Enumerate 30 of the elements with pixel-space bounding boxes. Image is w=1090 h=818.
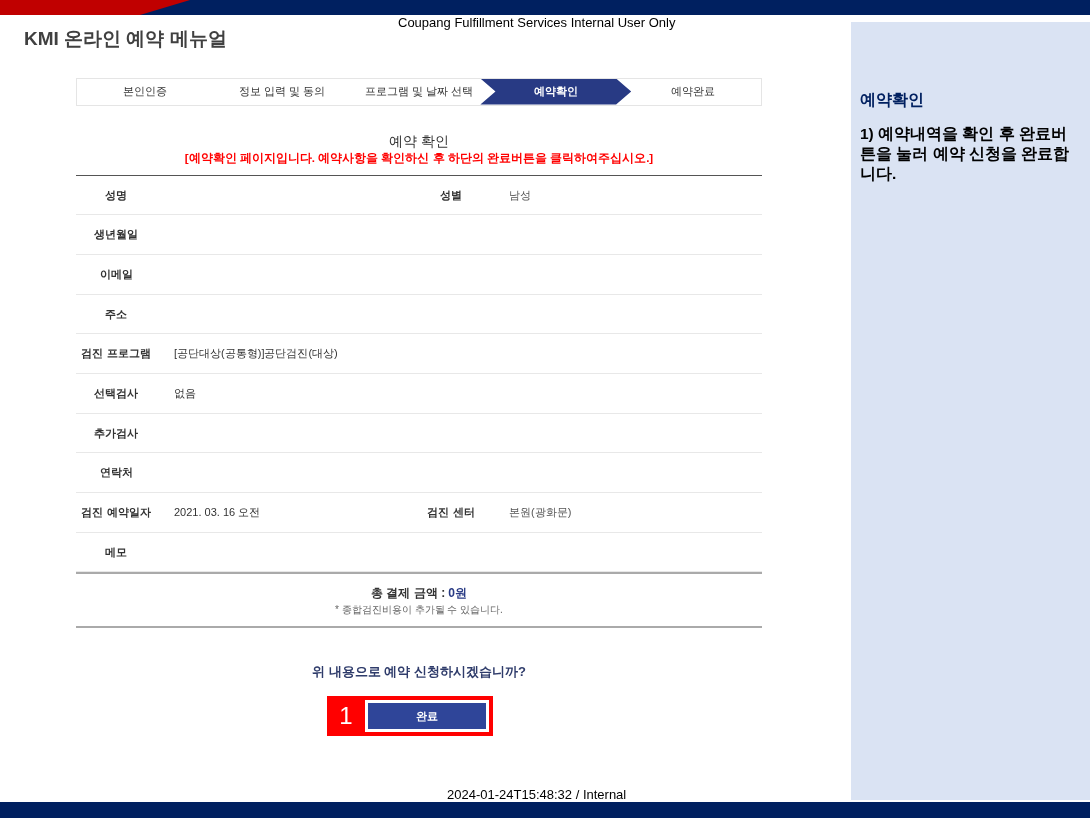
field-value: 2021. 03. 16 오전 xyxy=(174,506,261,519)
callout-number: 1 xyxy=(338,700,354,731)
total-note: * 종합검진비용이 추가될 수 있습니다. xyxy=(335,602,503,617)
field-label: 이메일 xyxy=(99,267,133,280)
classification-label: Coupang Fulfillment Services Internal User Only xyxy=(398,16,676,30)
field-label: 성별 xyxy=(440,188,462,201)
total-label: 총 결제 금액 : xyxy=(371,584,446,602)
field-label: 생년월일 xyxy=(94,228,138,241)
notice-text: [예약확인 페이지입니다. 예약사항을 확인하신 후 하단의 완료버튼을 클릭하여주십시오.] xyxy=(183,150,655,166)
field-value: 없음 xyxy=(174,387,196,400)
confirm-question: 위 내용으로 예약 신청하시겠습니까? xyxy=(311,663,527,682)
side-panel-title: 예약확인 xyxy=(860,90,925,110)
field-label: 메모 xyxy=(105,545,127,558)
classification-footer: 2024-01-24T15:48:32 / Internal xyxy=(447,788,627,802)
field-label: 성명 xyxy=(105,188,127,201)
complete-button[interactable]: 완료 xyxy=(365,699,489,732)
side-panel-text: 1) 예약내역을 확인 후 완료버튼을 눌러 예약 신청을 완료합니다. xyxy=(860,124,1071,184)
field-label: 검진 센터 xyxy=(427,506,475,519)
field-value: [공단대상(공통형)]공단검진(대상) xyxy=(174,347,338,360)
field-value: 본원(광화문) xyxy=(509,506,572,519)
total-amount: 0원 xyxy=(448,584,467,602)
field-label: 추가검사 xyxy=(94,426,138,439)
field-label: 주소 xyxy=(105,307,127,320)
field-label: 검진 예약일자 xyxy=(81,506,151,519)
slide-title: KMI 온라인 예약 메뉴얼 xyxy=(24,27,228,51)
field-label: 검진 프로그램 xyxy=(81,347,151,360)
field-label: 선택검사 xyxy=(94,387,138,400)
field-value: 남성 xyxy=(509,188,531,201)
field-label: 연락처 xyxy=(99,466,133,479)
section-title: 예약 확인 xyxy=(388,131,450,150)
